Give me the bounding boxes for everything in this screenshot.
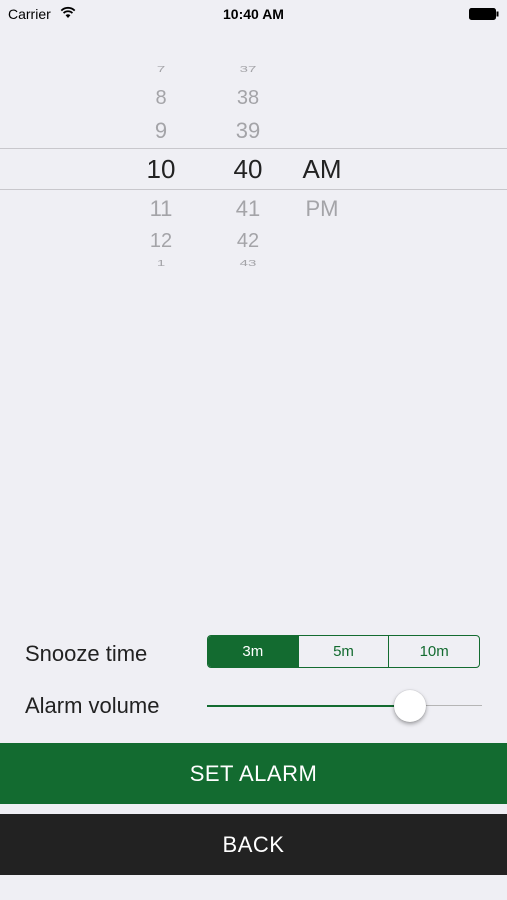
minute-option[interactable]: 43 xyxy=(218,259,278,268)
alarm-volume-slider[interactable] xyxy=(207,690,482,722)
hour-option[interactable]: 1 xyxy=(131,259,191,268)
minute-column[interactable]: 37 38 39 40 41 42 43 xyxy=(218,55,278,280)
minute-option-selected[interactable]: 40 xyxy=(218,154,278,185)
back-button[interactable]: BACK xyxy=(0,814,507,875)
period-option[interactable]: PM xyxy=(292,196,352,222)
period-option-selected[interactable]: AM xyxy=(292,154,352,185)
volume-slider-thumb[interactable] xyxy=(394,690,427,722)
minute-option[interactable]: 41 xyxy=(218,196,278,222)
minute-option[interactable]: 42 xyxy=(218,230,278,253)
hour-option-selected[interactable]: 10 xyxy=(131,154,191,185)
snooze-option-5m[interactable]: 5m xyxy=(299,636,390,667)
minute-option[interactable]: 37 xyxy=(218,65,278,74)
hour-option[interactable]: 9 xyxy=(131,118,191,144)
snooze-segmented-control[interactable]: 3m 5m 10m xyxy=(207,635,480,668)
minute-option[interactable]: 39 xyxy=(218,118,278,144)
period-column[interactable]: AM PM xyxy=(292,55,352,280)
time-picker[interactable]: 7 8 9 10 11 12 1 37 38 39 40 41 42 43 AM… xyxy=(0,55,507,280)
hour-option[interactable]: 8 xyxy=(131,87,191,110)
status-time: 10:40 AM xyxy=(223,6,284,22)
hour-option[interactable]: 7 xyxy=(131,65,191,74)
alarm-volume-label: Alarm volume xyxy=(25,693,160,718)
snooze-option-10m[interactable]: 10m xyxy=(389,636,479,667)
set-alarm-button[interactable]: SET ALARM xyxy=(0,743,507,804)
hour-option[interactable]: 12 xyxy=(131,230,191,253)
volume-track-filled xyxy=(207,705,411,707)
hour-column[interactable]: 7 8 9 10 11 12 1 xyxy=(131,55,191,280)
minute-option[interactable]: 38 xyxy=(218,87,278,110)
snooze-option-3m[interactable]: 3m xyxy=(208,636,299,667)
battery-icon xyxy=(469,8,499,20)
status-bar: Carrier 10:40 AM xyxy=(0,0,507,30)
hour-option[interactable]: 11 xyxy=(131,196,191,222)
snooze-time-label: Snooze time xyxy=(25,641,148,666)
